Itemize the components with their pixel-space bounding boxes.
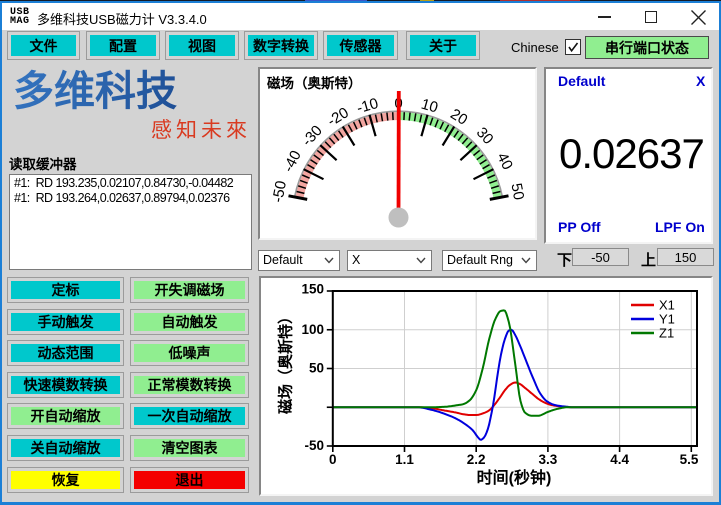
svg-text:Y1: Y1	[659, 312, 675, 327]
svg-text:磁场（奥斯特）: 磁场（奥斯特）	[277, 309, 295, 414]
svg-text:-50: -50	[304, 438, 324, 453]
svg-text:时间(秒钟): 时间(秒钟)	[477, 468, 552, 487]
svg-text:3.3: 3.3	[539, 452, 558, 467]
svg-text:150: 150	[301, 282, 324, 297]
svg-text:50: 50	[507, 182, 527, 202]
svg-text:1.1: 1.1	[395, 452, 414, 467]
svg-text:5.5: 5.5	[680, 452, 699, 467]
svg-text:100: 100	[301, 322, 324, 337]
svg-text:-40: -40	[280, 148, 305, 175]
svg-text:50: 50	[309, 361, 324, 376]
svg-text:4.4: 4.4	[610, 452, 629, 467]
svg-text:2.2: 2.2	[467, 452, 486, 467]
svg-text:Z1: Z1	[659, 326, 674, 341]
svg-text:40: 40	[493, 150, 516, 173]
svg-text:X1: X1	[659, 298, 675, 313]
svg-text:-50: -50	[269, 179, 290, 204]
svg-text:0: 0	[329, 452, 337, 467]
